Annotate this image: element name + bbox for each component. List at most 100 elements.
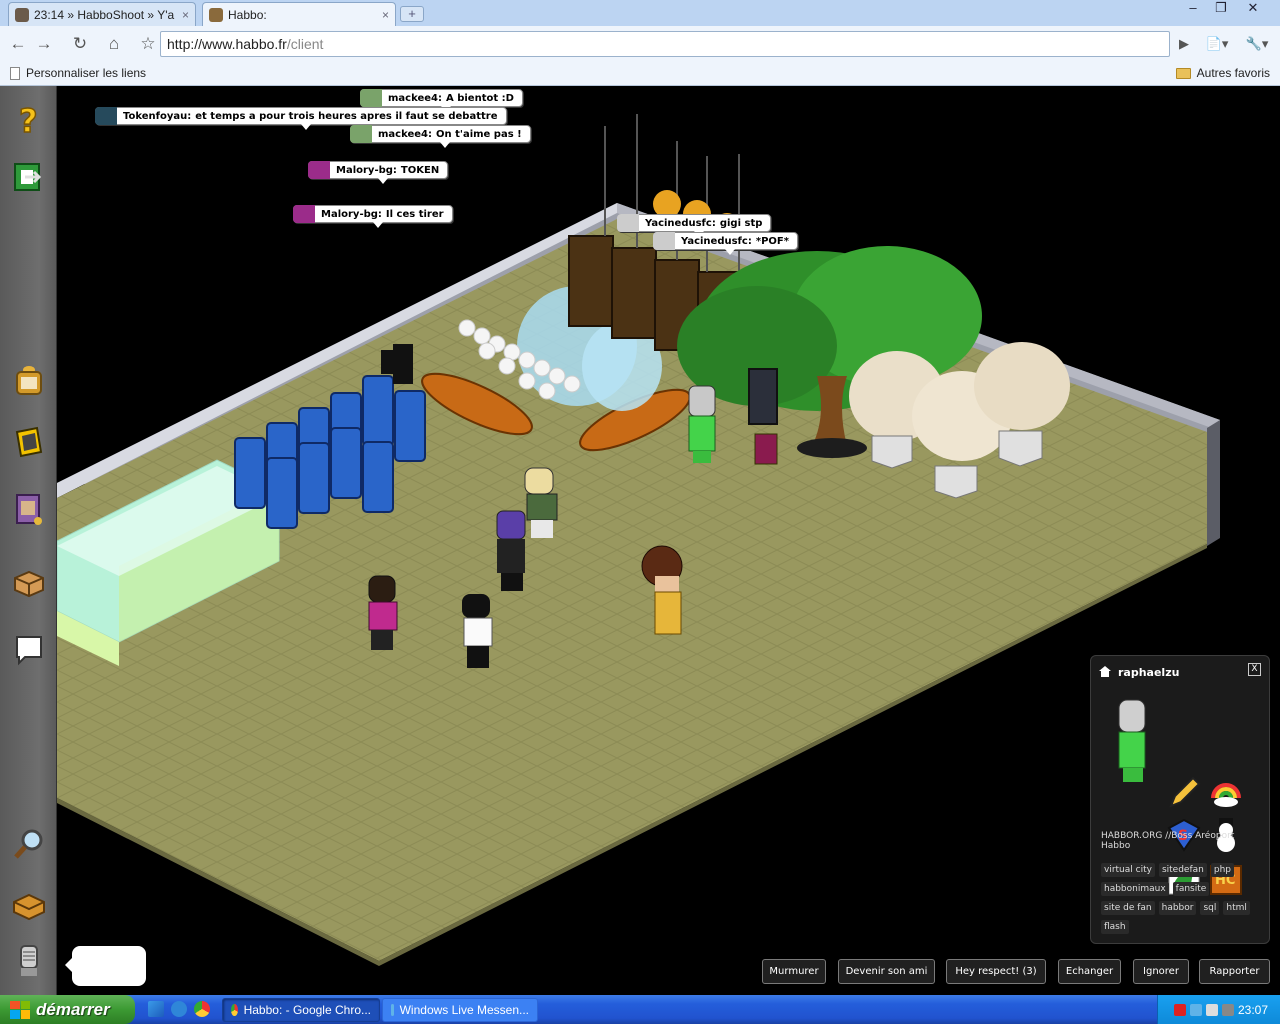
search-icon[interactable] <box>11 826 47 862</box>
close-panel-button[interactable]: X <box>1248 663 1261 676</box>
start-button[interactable]: démarrer <box>0 995 135 1024</box>
clock: 23:07 <box>1237 1002 1268 1017</box>
chat-avatar-icon <box>350 125 372 143</box>
habbo-favicon-icon <box>209 7 223 22</box>
chat-bubble: Malory-bg: TOKEN <box>308 161 449 184</box>
wrench-menu-icon[interactable]: 🔧▾ <box>1240 32 1274 56</box>
user-info-panel: raphaelzu X S HC HABBOR.ORG //Boss Aréop… <box>1090 655 1270 944</box>
url-path: /client <box>286 36 324 52</box>
tag[interactable]: habbonimaux <box>1101 882 1169 896</box>
chat-bubble: Yacinedusfc: gigi stp <box>617 214 772 237</box>
user-name: raphaelzu <box>1118 666 1180 679</box>
browser-toolbar: ← → ↻ ⌂ ☆ http://www.habbo.fr/client ▶ 📄… <box>0 26 1280 61</box>
forward-button[interactable]: → <box>32 32 56 56</box>
user-avatar <box>1118 699 1146 782</box>
room-box-icon[interactable] <box>11 886 47 922</box>
home-icon[interactable] <box>1099 666 1111 677</box>
whisper-button[interactable]: Murmurer <box>762 959 826 984</box>
chat-input[interactable] <box>65 946 146 986</box>
tag[interactable]: fansite <box>1172 882 1210 896</box>
tag[interactable]: habbor <box>1158 901 1197 915</box>
close-tab-icon[interactable]: × <box>182 8 189 22</box>
avatar-icon[interactable] <box>11 942 47 978</box>
inventory-icon[interactable] <box>11 564 47 600</box>
chat-bubble: Yacinedusfc: *POF* <box>653 232 798 255</box>
tag[interactable]: site de fan <box>1101 901 1155 915</box>
user-motto: HABBOR.ORG //Boss Aréoport Habbo <box>1101 831 1235 851</box>
tab-habbo[interactable]: Habbo: × <box>202 2 396 26</box>
page-menu-icon[interactable]: 📄▾ <box>1200 32 1234 56</box>
close-window-button[interactable]: ✕ <box>1240 0 1266 18</box>
chat-bubble: Malory-bg: Il ces tirer <box>293 205 453 228</box>
ignore-button[interactable]: Ignorer <box>1133 959 1189 984</box>
tag[interactable]: php <box>1210 863 1234 877</box>
show-desktop-icon[interactable] <box>148 1001 164 1017</box>
pencil-badge-icon[interactable] <box>1167 776 1201 810</box>
bookmark-star-icon[interactable]: ☆ <box>136 32 160 56</box>
friend-request-button[interactable]: Devenir son ami <box>838 959 935 984</box>
svg-text:?: ? <box>19 102 38 138</box>
tag[interactable]: html <box>1223 901 1250 915</box>
tab-habboshoot[interactable]: 23:14 » HabboShoot » Y'a ... × <box>8 2 196 26</box>
bookmarks-bar: Personnaliser les liens Autres favoris <box>0 61 1280 86</box>
habboshoot-favicon-icon <box>15 7 29 22</box>
close-tab-icon[interactable]: × <box>382 8 389 22</box>
chat-avatar-icon <box>617 214 639 232</box>
maximize-button[interactable]: ❐ <box>1208 0 1234 18</box>
chat-bubble: mackee4: On t'aime pas ! <box>350 125 531 148</box>
start-label: démarrer <box>36 999 110 1019</box>
pink-lamp <box>754 433 778 465</box>
chat-avatar-icon <box>308 161 330 179</box>
tag[interactable]: flash <box>1101 920 1129 934</box>
avatar-pink <box>368 575 398 650</box>
system-tray: 23:07 <box>1157 995 1280 1024</box>
trade-button[interactable]: Echanger <box>1058 959 1121 984</box>
antivirus-icon[interactable] <box>1173 1003 1186 1016</box>
taskbar-item-chrome[interactable]: Habbo: - Google Chro... <box>222 998 380 1022</box>
tag[interactable]: virtual city <box>1101 863 1155 877</box>
tab-strip: 23:14 » HabboShoot » Y'a ... × Habbo: × … <box>0 0 1280 26</box>
habbo-sidebar: ? <box>0 86 57 995</box>
report-button[interactable]: Rapporter <box>1199 959 1270 984</box>
page-icon <box>10 66 20 80</box>
user-tags: virtual city sitedefan php habbonimaux f… <box>1101 863 1266 934</box>
habbo-client: ? mackee4: A bientot:D Tokenfoyau: et… <box>0 86 1280 995</box>
chat-avatar-icon <box>293 205 315 223</box>
network-icon[interactable] <box>1205 1003 1218 1016</box>
taskbar-item-messenger[interactable]: Windows Live Messen... <box>382 998 538 1022</box>
catalog-icon[interactable] <box>11 491 47 527</box>
avatar-green <box>688 385 716 463</box>
new-tab-button[interactable]: + <box>400 6 424 22</box>
folder-icon <box>1175 67 1191 79</box>
chat-bubble: Tokenfoyau: et temps a pour trois heures … <box>95 107 507 130</box>
other-bookmarks[interactable]: Autres favoris <box>1175 66 1270 80</box>
go-button[interactable]: ▶ <box>1172 32 1196 56</box>
messenger-icon[interactable] <box>11 631 47 667</box>
chrome-icon[interactable] <box>194 1001 210 1017</box>
exit-room-icon[interactable] <box>11 158 47 194</box>
windows-logo-icon <box>10 1000 30 1019</box>
respect-button[interactable]: Hey respect! (3) <box>946 959 1046 984</box>
help-icon[interactable]: ? <box>11 101 47 141</box>
home-button[interactable]: ⌂ <box>102 32 126 56</box>
tag[interactable]: sitedefan <box>1158 863 1207 877</box>
customize-links[interactable]: Personnaliser les liens <box>10 66 146 80</box>
volume-icon[interactable] <box>1221 1003 1234 1016</box>
rainbow-badge-icon[interactable] <box>1209 776 1243 810</box>
right-wall-side <box>1207 420 1220 546</box>
minimize-button[interactable]: – <box>1180 0 1206 18</box>
habbo-club-icon[interactable] <box>11 362 47 398</box>
navigator-icon[interactable] <box>11 424 47 460</box>
chat-avatar-icon <box>360 89 382 107</box>
chrome-icon <box>231 1004 238 1016</box>
back-button[interactable]: ← <box>6 32 30 56</box>
tab-title: 23:14 » HabboShoot » Y'a ... <box>34 7 177 22</box>
internet-explorer-icon[interactable] <box>171 1001 187 1017</box>
chat-avatar-icon <box>653 232 675 250</box>
address-bar[interactable]: http://www.habbo.fr/client <box>160 31 1170 57</box>
tag[interactable]: sql <box>1200 901 1220 915</box>
speaker <box>748 368 778 425</box>
reload-button[interactable]: ↻ <box>68 32 92 56</box>
messenger-tray-icon[interactable] <box>1189 1003 1202 1016</box>
windows-taskbar: démarrer Habbo: - Google Chro... Windows… <box>0 995 1280 1024</box>
